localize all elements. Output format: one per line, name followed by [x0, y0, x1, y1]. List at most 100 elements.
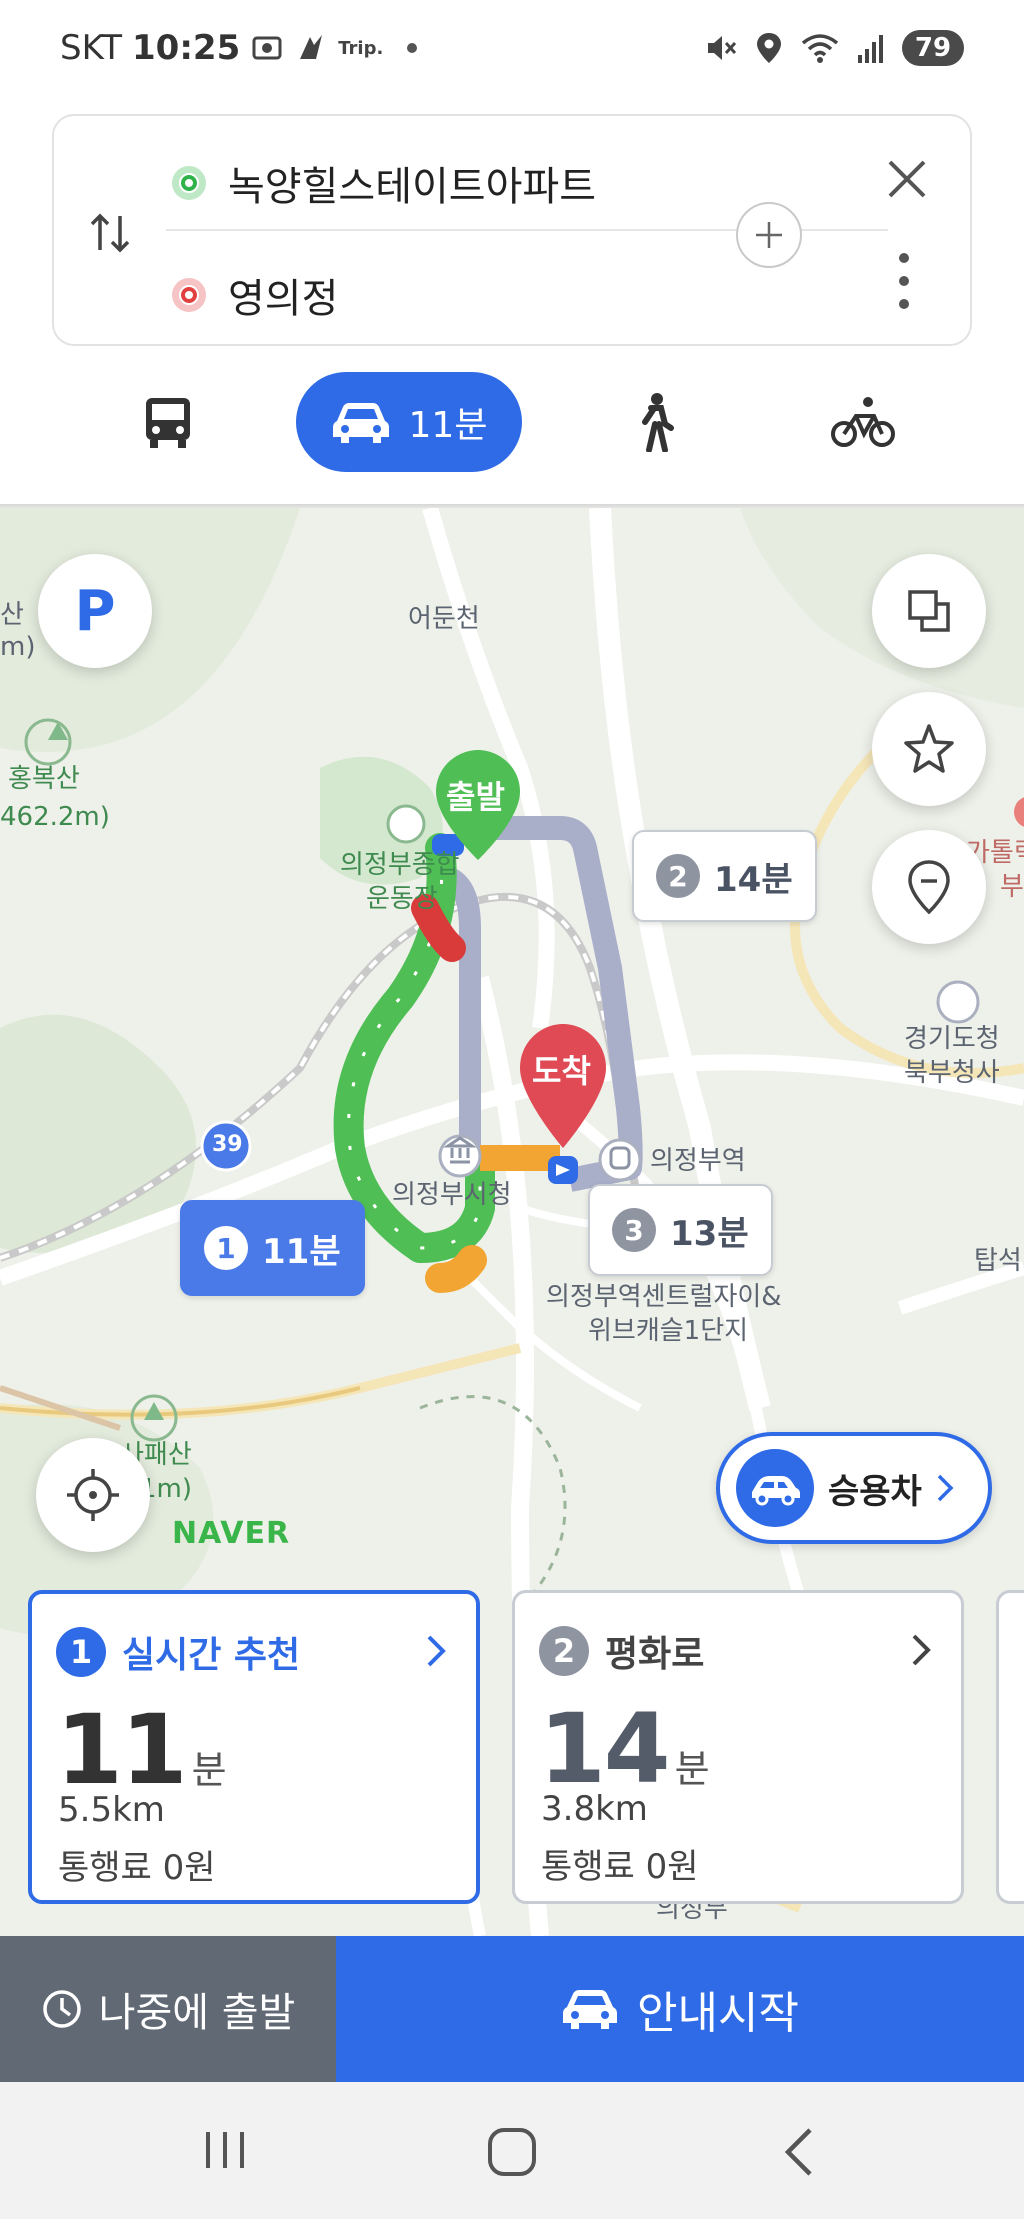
chevron-right-icon [912, 1634, 931, 1666]
layers-icon [908, 590, 950, 632]
map-label-gyeonggi-north: 경기도청 [904, 1024, 1000, 1054]
chevron-right-icon [427, 1635, 446, 1667]
destination-text: 영의정 [228, 276, 339, 322]
map-label-eodeuncheon: 어둔천 [408, 604, 480, 634]
map-label-left-edge-top: 산 [0, 600, 24, 630]
map-label-station: 의정부역 [650, 1146, 746, 1176]
destination-dot-icon [172, 278, 206, 312]
clock: 10:25 [132, 28, 241, 68]
route-bubble-2[interactable]: 2 14분 [632, 830, 817, 922]
app-notification-icon [300, 35, 323, 59]
map-label-hongboksan-alt: 462.2m) [0, 802, 110, 832]
car-icon [563, 1990, 618, 2029]
route-option-2-distance: 3.8km [541, 1789, 648, 1829]
wifi-icon [801, 34, 839, 63]
tab-bus[interactable] [120, 372, 216, 472]
route-39-shield: 39 [212, 1132, 243, 1157]
route-bubble-1-time: 11분 [262, 1231, 341, 1272]
route-search-card: 녹양힐스테이트아파트 영의정 [52, 114, 972, 346]
close-icon[interactable] [882, 154, 932, 204]
more-notifications-dot [407, 43, 418, 53]
origin-text: 녹양힐스테이트아파트 [228, 164, 596, 210]
battery-indicator: 79 [902, 30, 964, 66]
swap-icon[interactable] [88, 208, 132, 258]
screenshot-icon [252, 36, 282, 60]
add-waypoint-button[interactable] [736, 202, 802, 268]
arrive-marker-label: 도착 [532, 1052, 591, 1090]
signal-icon [858, 35, 883, 63]
map-label-gyeonggi-north-2: 북부청사 [904, 1058, 1000, 1088]
route-bubble-3[interactable]: 3 13분 [588, 1184, 773, 1276]
recent-apps-icon[interactable] [200, 2126, 250, 2174]
route-bubble-1-num: 1 [204, 1226, 248, 1270]
bus-icon [146, 398, 190, 448]
clock-icon [42, 1990, 81, 2028]
map-label-sports-complex: 의정부종합 [340, 850, 460, 880]
transport-mode-tabs: 11분 [0, 372, 1024, 478]
map-label-city-hall: 의정부시청 [392, 1180, 512, 1210]
plus-icon [756, 222, 782, 248]
route-bubble-2-time: 14분 [714, 859, 793, 900]
route-option-3-peek[interactable] [996, 1590, 1024, 1904]
vehicle-circle [736, 1449, 814, 1527]
car-side-icon [752, 1476, 800, 1506]
route-bubble-3-time: 13분 [670, 1213, 749, 1254]
start-navigation-label: 안내시작 [637, 1988, 799, 2039]
origin-dot-icon [172, 166, 206, 200]
route-option-2-unit: 분 [674, 1747, 710, 1791]
tab-bicycle[interactable] [818, 372, 908, 472]
map-label-left-edge-mid: m) [0, 632, 36, 662]
route-option-1-num: 1 [56, 1627, 106, 1677]
map-pin-icon [908, 860, 950, 915]
map-label-right-edge-2: 부 [1000, 872, 1024, 902]
bicycle-icon [831, 397, 895, 447]
home-icon[interactable] [486, 2126, 538, 2178]
chevron-right-icon [937, 1474, 954, 1502]
trip-notification: Trip. [338, 37, 384, 59]
tab-walk[interactable] [610, 372, 700, 472]
layers-button[interactable] [872, 554, 986, 668]
place-pin-button[interactable] [872, 830, 986, 944]
route-option-1-distance: 5.5km [58, 1790, 165, 1830]
origin-field[interactable]: 녹양힐스테이트아파트 [172, 154, 596, 212]
carrier-label: SKT [60, 28, 123, 68]
parking-icon: P [74, 578, 116, 644]
route-option-1-toll: 통행료 0원 [58, 1848, 216, 1888]
route-option-1[interactable]: 1 실시간 추천 11 분 5.5km 통행료 0원 [28, 1590, 480, 1904]
route-option-1-name: 실시간 추천 [122, 1635, 301, 1676]
vehicle-type-button[interactable]: 승용차 [716, 1432, 992, 1544]
route-option-2-name: 평화로 [605, 1634, 705, 1675]
start-navigation-button[interactable]: 안내시작 [336, 1936, 1024, 2082]
route-option-2-num: 2 [539, 1626, 589, 1676]
tab-car[interactable]: 11분 [296, 372, 522, 472]
car-time-label: 11분 [408, 405, 488, 446]
crosshair-icon [67, 1469, 119, 1521]
walk-icon [642, 393, 674, 452]
system-nav-bar [0, 2082, 1024, 2219]
depart-later-button[interactable]: 나중에 출발 [0, 1936, 336, 2082]
vehicle-type-label: 승용차 [828, 1471, 922, 1512]
depart-later-label: 나중에 출발 [98, 1990, 296, 2036]
map-label-sports-complex-2: 운동장 [366, 884, 438, 914]
destination-field[interactable]: 영의정 [172, 266, 338, 324]
parking-button[interactable]: P [38, 554, 152, 668]
route-option-2[interactable]: 2 평화로 14 분 3.8km 통행료 0원 [512, 1590, 964, 1904]
route-bubble-2-num: 2 [656, 854, 700, 898]
route-bubble-1[interactable]: 1 11분 [180, 1200, 365, 1296]
map-label-tapseok: 탑석 [974, 1246, 1022, 1276]
favorite-button[interactable] [872, 692, 986, 806]
location-icon [757, 33, 781, 63]
star-icon [904, 724, 954, 773]
map-label-central-xi-2: 위브캐슬1단지 [588, 1316, 749, 1346]
more-options-icon[interactable] [896, 250, 912, 312]
back-icon[interactable] [780, 2126, 816, 2178]
mute-icon [708, 36, 737, 60]
naver-logo: NAVER [172, 1516, 291, 1551]
map-label-central-xi: 의정부역센트럴자이& [546, 1282, 782, 1312]
map-label-hongboksan: 홍복산 [8, 764, 80, 794]
route-bubble-3-num: 3 [612, 1208, 656, 1252]
route-option-2-toll: 통행료 0원 [541, 1847, 699, 1887]
start-marker-label: 출발 [446, 778, 505, 816]
current-location-button[interactable] [36, 1438, 150, 1552]
status-bar: SKT 10:25 Trip. 79 [0, 0, 1024, 100]
